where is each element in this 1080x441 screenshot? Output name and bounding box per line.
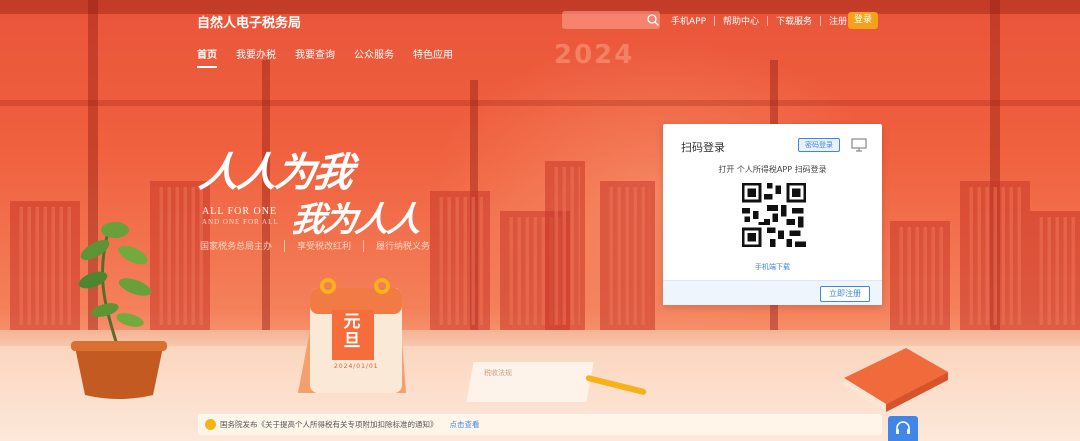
calendar-big-text: 元旦: [343, 312, 361, 351]
card-footer: 立即注册: [663, 280, 882, 305]
tab-query[interactable]: 我要查询: [295, 46, 335, 68]
calendar-date: 2024/01/01: [334, 363, 379, 370]
login-card: 扫码登录 密码登录 打开 个人所得税APP 扫码登录 手机端下载 立即注册: [663, 124, 882, 305]
notice-text[interactable]: 国务院发布《关于提高个人所得税有关专项附加扣除标准的通知》: [220, 419, 438, 430]
register-link[interactable]: 注册: [829, 14, 847, 27]
window-frame: [0, 100, 1080, 106]
english-slogan-1: ALL FOR ONE: [202, 206, 278, 217]
notice-bar: 国务院发布《关于提高个人所得税有关专项附加扣除标准的通知》 点击查看: [198, 414, 882, 435]
qr-code: [739, 180, 809, 250]
divider: [767, 15, 769, 26]
subline-item: 国家税务总局主办: [200, 242, 273, 252]
site-logo[interactable]: 自然人电子税务局: [197, 12, 301, 31]
notice-view-link[interactable]: 点击查看: [450, 419, 480, 430]
help-center-link[interactable]: 帮助中心: [723, 14, 759, 27]
mobile-app-link[interactable]: 手机APP: [671, 14, 706, 27]
book-illustration: [844, 348, 948, 412]
card-title: 扫码登录: [681, 141, 725, 154]
divider: [363, 239, 365, 252]
slogan-line-1: 人人为我: [196, 149, 355, 196]
subline-item: 履行纳税义务: [376, 242, 431, 252]
paper-text: 税收法规: [484, 369, 512, 377]
login-button[interactable]: 登录: [848, 12, 878, 29]
divider: [820, 15, 822, 26]
customer-service-button[interactable]: [888, 416, 918, 441]
potted-plant-illustration: [71, 222, 167, 399]
hero-background: 2024 元旦 2024/01/01 税收法规: [0, 0, 1080, 441]
year-watermark: 2024: [554, 40, 635, 70]
tab-home[interactable]: 首页: [197, 46, 217, 68]
password-login-button[interactable]: 密码登录: [798, 138, 840, 152]
slogan-line-2: 我为人人: [288, 200, 423, 240]
building: [600, 181, 655, 331]
divider: [714, 15, 716, 26]
scan-hint: 打开 个人所得税APP 扫码登录: [718, 165, 827, 174]
building: [430, 191, 490, 331]
notice-icon: [205, 419, 216, 430]
tab-tax-handling[interactable]: 我要办税: [236, 46, 276, 68]
subline-item: 享受税改红利: [297, 242, 352, 252]
tab-public-service[interactable]: 公众服务: [354, 46, 394, 68]
building: [960, 181, 1030, 331]
building: [545, 161, 585, 331]
top-links: 手机APP 帮助中心 下载服务 注册: [671, 14, 847, 27]
window-frame-top: [0, 0, 1080, 14]
download-service-link[interactable]: 下载服务: [776, 14, 812, 27]
building: [1030, 211, 1080, 331]
register-now-button[interactable]: 立即注册: [820, 286, 870, 302]
main-nav: 首页 我要办税 我要查询 公众服务 特色应用: [197, 46, 453, 68]
search-icon[interactable]: [646, 13, 660, 27]
english-slogan-2: AND ONE FOR ALL: [202, 218, 279, 226]
monitor-icon[interactable]: [851, 138, 867, 152]
hero-subline: 国家税务总局主办 享受税改红利 履行纳税义务: [200, 239, 430, 252]
divider: [284, 239, 286, 252]
tab-special-apps[interactable]: 特色应用: [413, 46, 453, 68]
mobile-download-link[interactable]: 手机端下载: [663, 262, 882, 272]
building: [890, 221, 950, 331]
headset-icon: [896, 421, 910, 434]
